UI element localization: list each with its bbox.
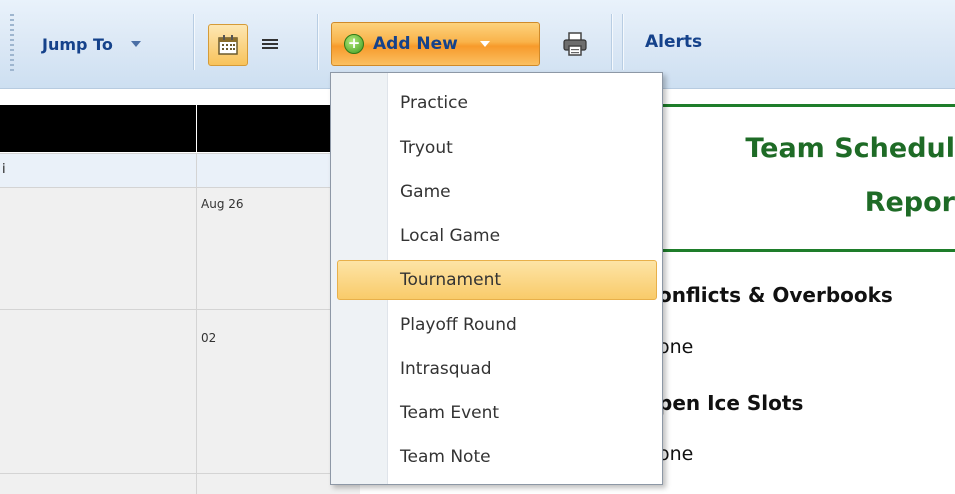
grid-subheader-row: i [0, 153, 360, 188]
chevron-down-icon [130, 41, 141, 47]
row-date: Aug 26 [201, 197, 244, 211]
conflicts-heading: onflicts & Overbooks [658, 283, 893, 307]
menu-item-tournament[interactable]: Tournament [337, 260, 657, 300]
table-row[interactable] [0, 473, 360, 494]
menu-item-local-game[interactable]: Local Game [337, 216, 657, 256]
grid-header-bar [0, 105, 196, 152]
menu-item-team-event[interactable]: Team Event [337, 393, 657, 433]
toolbar-separator [317, 14, 318, 70]
toolbar-separator [622, 14, 623, 70]
menu-item-practice[interactable]: Practice [337, 83, 657, 123]
calendar-view-button[interactable] [208, 24, 248, 66]
add-new-label: Add New [373, 34, 458, 54]
grid-cell[interactable] [196, 474, 197, 494]
schedule-grid: i Aug 26 02 [0, 89, 360, 494]
report-rule-bottom [640, 249, 955, 252]
grid-subheader-text: i [2, 162, 6, 177]
menu-item-game[interactable]: Game [337, 172, 657, 212]
calendar-icon [218, 35, 238, 55]
open-ice-value: one [658, 443, 694, 465]
menu-item-team-note[interactable]: Team Note [337, 437, 657, 477]
toolbar-separator [193, 14, 194, 70]
grid-cell [196, 154, 197, 187]
menu-item-tryout[interactable]: Tryout [337, 128, 657, 168]
menu-item-playoff-round[interactable]: Playoff Round [337, 305, 657, 345]
team-schedule-report: Team Schedul Repor onflicts & Overbooks … [640, 89, 955, 487]
list-view-button[interactable] [256, 30, 284, 58]
menu-item-intrasquad[interactable]: Intrasquad [337, 349, 657, 389]
add-new-menu: Practice Tryout Game Local Game Tourname… [330, 72, 663, 485]
jump-to-label: Jump To [42, 34, 113, 54]
chevron-down-icon [479, 41, 490, 47]
conflicts-value: one [658, 336, 694, 358]
printer-icon [563, 32, 587, 56]
open-ice-heading: pen Ice Slots [658, 391, 804, 415]
report-rule-top [640, 104, 955, 107]
grid-cell[interactable] [196, 188, 197, 309]
add-circle-icon: + [344, 34, 364, 54]
toolbar-grip[interactable] [10, 14, 14, 74]
row-date: 02 [201, 331, 217, 345]
print-button[interactable] [557, 26, 593, 62]
table-row[interactable]: Aug 26 [0, 187, 360, 309]
jump-to-button[interactable]: Jump To [42, 24, 182, 64]
grid-cell[interactable] [196, 310, 197, 473]
alerts-heading: Alerts [645, 32, 703, 52]
report-title-line1: Team Schedul [745, 133, 955, 164]
table-row[interactable]: 02 [0, 309, 360, 473]
report-title-line2: Repor [864, 187, 955, 218]
toolbar-separator [611, 14, 612, 70]
list-icon [262, 39, 278, 49]
add-new-button[interactable]: + Add New [331, 22, 540, 66]
